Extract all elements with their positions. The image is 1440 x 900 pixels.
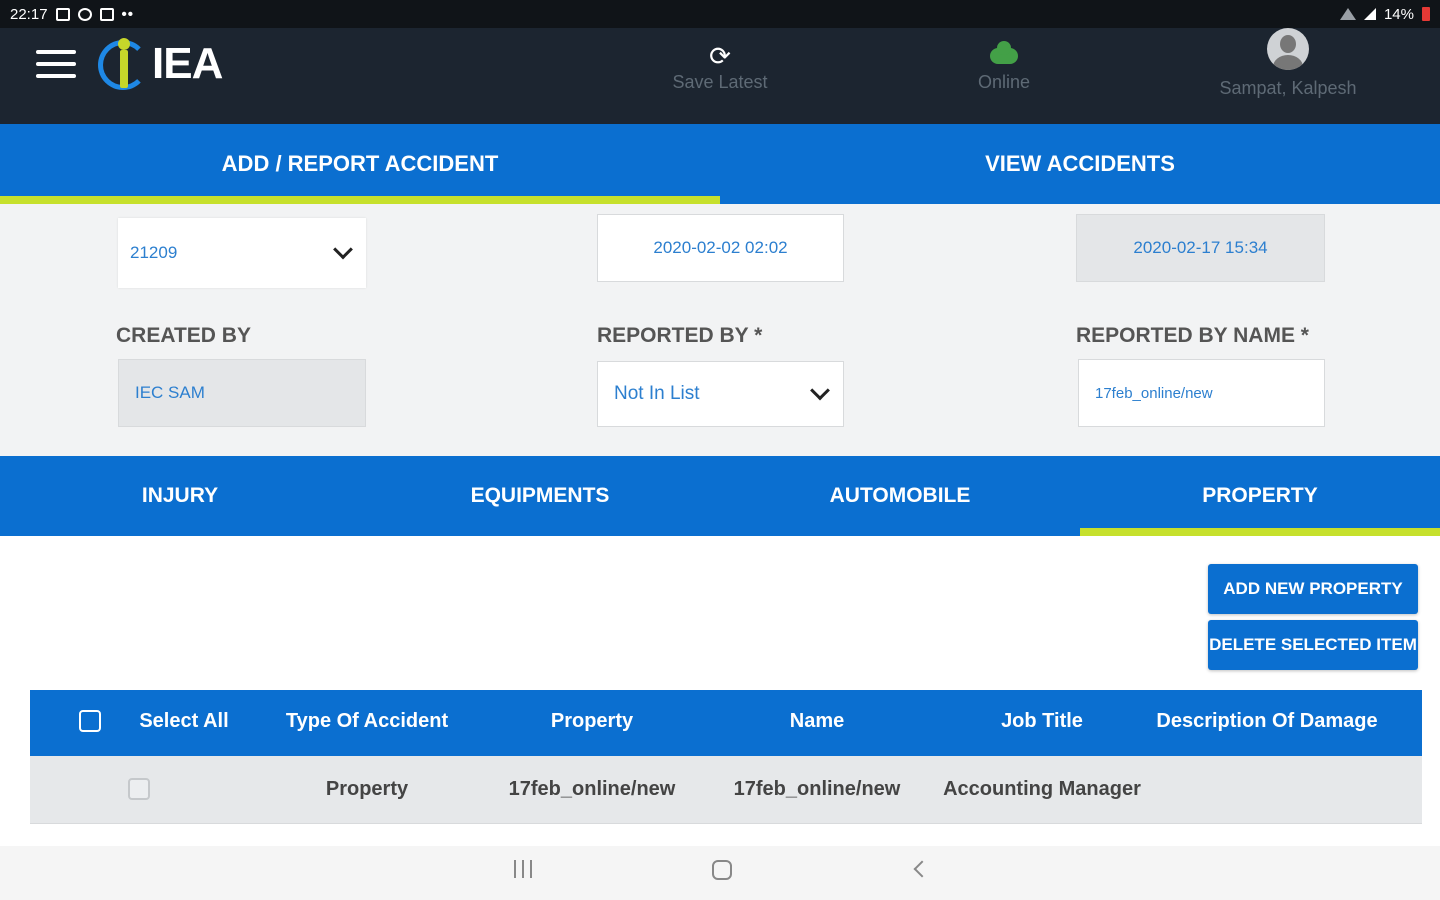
property-table: Select All Type Of Accident Property Nam… xyxy=(30,690,1422,824)
category-tabs: INJURY EQUIPMENTS AUTOMOBILE PROPERTY xyxy=(0,456,1440,536)
reported-by-name-input[interactable]: 17feb_online/new xyxy=(1078,359,1325,427)
reported-by-label: REPORTED BY * xyxy=(597,324,763,347)
report-date-field: 2020-02-17 15:34 xyxy=(1076,214,1325,282)
select-all-checkbox[interactable] xyxy=(79,710,101,732)
status-time: 22:17 xyxy=(10,5,48,23)
main-tabs: ADD / REPORT ACCIDENT VIEW ACCIDENTS xyxy=(0,124,1440,204)
chevron-down-icon xyxy=(810,380,830,401)
wifi-icon xyxy=(1339,8,1356,20)
accident-form: 21209 2020-02-02 02:02 2020-02-17 15:34 … xyxy=(0,204,1440,456)
status-bar: 22:17 •• 14% xyxy=(0,0,1440,28)
chevron-down-icon xyxy=(333,239,353,260)
app-logo: IEA xyxy=(98,36,223,92)
logo-text: IEA xyxy=(152,39,223,88)
online-label: Online xyxy=(977,72,1031,92)
user-profile[interactable]: Sampat, Kalpesh xyxy=(1198,28,1378,99)
battery-icon xyxy=(1422,7,1430,21)
back-icon[interactable] xyxy=(913,860,931,878)
user-avatar-icon xyxy=(1267,28,1309,70)
tab-add-report-accident[interactable]: ADD / REPORT ACCIDENT xyxy=(0,124,720,204)
header-description-of-damage: Description Of Damage xyxy=(1156,710,1378,732)
row-property: 17feb_online/new xyxy=(508,778,676,800)
table-row[interactable]: Property 17feb_online/new 17feb_online/n… xyxy=(30,756,1422,824)
reported-by-name-label: REPORTED BY NAME * xyxy=(1076,324,1309,347)
created-by-value: IEC SAM xyxy=(135,383,205,402)
created-by-label: CREATED BY xyxy=(116,324,251,347)
header-select-all: Select All xyxy=(139,710,229,732)
tab-property[interactable]: PROPERTY xyxy=(1080,456,1440,536)
more-notifications-indicator: •• xyxy=(121,5,135,23)
header-job-title: Job Title xyxy=(1001,710,1083,732)
delete-selected-item-button[interactable]: DELETE SELECTED ITEM xyxy=(1208,620,1418,670)
header-type-of-accident: Type Of Accident xyxy=(285,710,449,732)
created-by-field: IEC SAM xyxy=(118,359,366,427)
signal-icon xyxy=(1363,8,1376,20)
status-bar-right: 14% xyxy=(1339,5,1430,23)
reported-by-name-value: 17feb_online/new xyxy=(1095,384,1213,402)
status-bar-left: 22:17 •• xyxy=(10,6,134,23)
battery-percent: 14% xyxy=(1383,5,1414,23)
row-job-title: Accounting Manager xyxy=(943,778,1141,800)
logo-mark-icon xyxy=(98,38,150,90)
accident-date-field[interactable]: 2020-02-02 02:02 xyxy=(597,214,844,282)
accident-date-value: 2020-02-02 02:02 xyxy=(653,238,788,257)
header-property: Property xyxy=(550,710,634,732)
home-icon[interactable] xyxy=(712,860,732,880)
accident-select-value: 21209 xyxy=(130,243,178,262)
save-latest-button[interactable]: ⟳ Save Latest xyxy=(660,40,780,93)
screenshot-notification-icon xyxy=(99,7,114,21)
gallery-notification-icon xyxy=(55,7,70,21)
property-content: ADD NEW PROPERTY DELETE SELECTED ITEM Se… xyxy=(0,536,1440,846)
reported-by-select[interactable]: Not In List xyxy=(597,361,844,427)
add-new-property-button[interactable]: ADD NEW PROPERTY xyxy=(1208,564,1418,614)
user-name: Sampat, Kalpesh xyxy=(1219,78,1357,98)
online-status: Online xyxy=(954,40,1054,93)
sync-icon: ⟳ xyxy=(709,41,731,71)
hamburger-icon[interactable] xyxy=(36,50,76,78)
tab-injury[interactable]: INJURY xyxy=(0,456,360,536)
save-latest-label: Save Latest xyxy=(672,72,768,92)
tab-automobile[interactable]: AUTOMOBILE xyxy=(720,456,1080,536)
sync-notification-icon xyxy=(77,7,92,21)
app-header: IEA ⟳ Save Latest Online Sampat, Kalpesh xyxy=(0,28,1440,124)
accident-select[interactable]: 21209 xyxy=(118,218,366,288)
row-name: 17feb_online/new xyxy=(733,778,901,800)
table-header: Select All Type Of Accident Property Nam… xyxy=(30,690,1422,756)
report-date-value: 2020-02-17 15:34 xyxy=(1133,238,1268,257)
navigation-bar xyxy=(0,846,1440,900)
header-name: Name xyxy=(789,710,845,732)
row-type-of-accident: Property xyxy=(325,778,409,800)
recent-apps-icon[interactable] xyxy=(514,860,532,878)
reported-by-value: Not In List xyxy=(614,383,700,404)
row-checkbox[interactable] xyxy=(128,778,150,800)
cloud-icon xyxy=(990,41,1018,64)
tab-view-accidents[interactable]: VIEW ACCIDENTS xyxy=(720,124,1440,204)
tab-equipments[interactable]: EQUIPMENTS xyxy=(360,456,720,536)
